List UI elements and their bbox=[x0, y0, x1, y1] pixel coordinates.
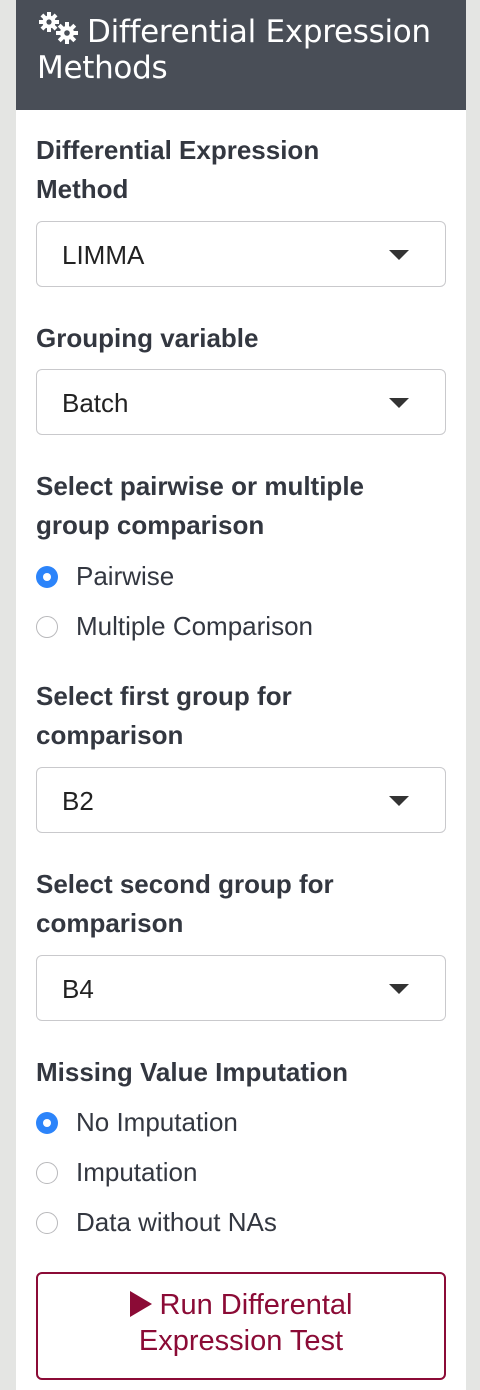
run-button-label-line1: Run Differental bbox=[159, 1289, 353, 1321]
grouping-select[interactable]: Batch bbox=[36, 369, 446, 435]
grouping-label: Grouping variable bbox=[36, 323, 259, 353]
first-group-select[interactable]: B2 bbox=[36, 767, 446, 833]
caret-down-icon bbox=[389, 398, 409, 408]
radio-unchecked-icon bbox=[36, 1162, 58, 1184]
caret-down-icon bbox=[389, 796, 409, 806]
second-group-select[interactable]: B4 bbox=[36, 955, 446, 1021]
second-group-value: B4 bbox=[62, 974, 94, 1004]
radio-checked-icon bbox=[36, 566, 58, 588]
de-method-select[interactable]: LIMMA bbox=[36, 221, 446, 287]
radio-label: Multiple Comparison bbox=[76, 611, 313, 641]
radio-label: Data without NAs bbox=[76, 1207, 277, 1237]
radio-pairwise[interactable]: Pairwise bbox=[36, 556, 446, 606]
de-method-value: LIMMA bbox=[62, 240, 145, 270]
run-de-test-button[interactable]: Run Differental Expression Test bbox=[36, 1272, 446, 1380]
radio-label: Imputation bbox=[76, 1157, 198, 1187]
radio-imputation[interactable]: Imputation bbox=[36, 1152, 446, 1202]
gears-icon bbox=[39, 12, 78, 44]
panel-title-line2: Methods bbox=[37, 50, 168, 86]
radio-no-imputation[interactable]: No Imputation bbox=[36, 1102, 446, 1152]
radio-unchecked-icon bbox=[36, 616, 58, 638]
radio-data-without-nas[interactable]: Data without NAs bbox=[36, 1202, 446, 1252]
caret-down-icon bbox=[389, 250, 409, 260]
first-group-label: Select first group for comparison bbox=[36, 681, 292, 750]
de-method-label: Differential Expression Method bbox=[36, 135, 320, 204]
de-methods-panel: Differential Expression Methods Differen… bbox=[16, 0, 466, 1390]
first-group-value: B2 bbox=[62, 786, 94, 816]
play-icon bbox=[129, 1291, 152, 1317]
radio-checked-icon bbox=[36, 1112, 58, 1134]
caret-down-icon bbox=[389, 984, 409, 994]
radio-multiple-comparison[interactable]: Multiple Comparison bbox=[36, 606, 446, 656]
panel-header: Differential Expression Methods bbox=[16, 0, 466, 110]
imputation-label: Missing Value Imputation bbox=[36, 1057, 349, 1087]
comparison-type-label: Select pairwise or multiple group compar… bbox=[36, 471, 364, 540]
radio-label: Pairwise bbox=[76, 561, 175, 591]
grouping-value: Batch bbox=[62, 388, 129, 418]
radio-label: No Imputation bbox=[76, 1107, 238, 1137]
second-group-label: Select second group for comparison bbox=[36, 869, 334, 938]
radio-unchecked-icon bbox=[36, 1212, 58, 1234]
panel-title-line1: Differential Expression bbox=[87, 14, 431, 50]
run-button-label-line2: Expression Test bbox=[138, 1325, 344, 1357]
